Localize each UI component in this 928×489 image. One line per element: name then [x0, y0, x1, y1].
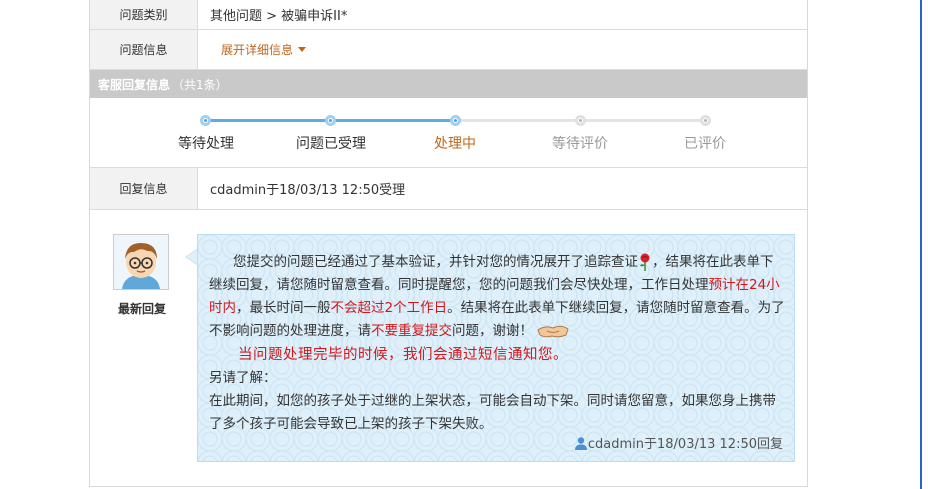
extra-info: 另请了解： 在此期间，如您的孩子处于过继的上架状态，可能会自动下架。同时请您留意… — [209, 367, 785, 436]
reply-info-value: cdadmin于18/03/13 12:50受理 — [210, 183, 406, 198]
msg-part-1: 您提交的问题已经通过了基本验证，并针对您的情况展开了追踪查证 — [233, 254, 638, 270]
agent-avatar — [113, 234, 169, 290]
expand-details-link[interactable]: 展开详细信息 — [221, 30, 307, 69]
signature-text: cdadmin于18/03/13 12:50回复 — [587, 437, 783, 452]
step-dot-3 — [450, 115, 461, 126]
reply-info-label: 回复信息 — [90, 168, 198, 209]
user-icon — [574, 436, 587, 450]
msg-highlight-no-resubmit: 不要重复提交 — [371, 323, 452, 339]
step-label-2: 问题已受理 — [296, 136, 366, 152]
info-label: 问题信息 — [90, 30, 198, 69]
step-dot-5 — [700, 115, 711, 126]
rose-icon — [640, 253, 650, 271]
extra-info-body: 在此期间，如您的孩子处于过继的上架状态，可能会自动下架。同时请您留意，如果您身上… — [209, 393, 776, 432]
expand-details-text: 展开详细信息 — [221, 43, 294, 57]
step-dot-4 — [575, 115, 586, 126]
msg-part-4: ，最长时间一般 — [236, 300, 331, 316]
reply-bubble: 您提交的问题已经通过了基本验证，并针对您的情况展开了追踪查证 ，结果将在此表单下继… — [197, 234, 795, 462]
reply-section-title: 客服回复信息 — [98, 77, 171, 92]
step-dot-2 — [325, 115, 336, 126]
reply-count: （共1条） — [172, 77, 228, 92]
step-label-4: 等待评价 — [552, 136, 608, 152]
extra-info-title: 另请了解： — [209, 370, 277, 386]
reply-message: 您提交的问题已经通过了基本验证，并针对您的情况展开了追踪查证 ，结果将在此表单下继… — [209, 251, 785, 343]
step-label-5: 已评价 — [684, 136, 726, 152]
step-label-1: 等待处理 — [178, 136, 234, 152]
category-label: 问题类别 — [90, 0, 198, 29]
msg-highlight-2days: 不会超过2个工作日 — [330, 300, 448, 316]
caret-down-icon — [298, 47, 307, 52]
step-dot-1 — [200, 115, 211, 126]
category-value: 其他问题 > 被骗申诉II* — [210, 9, 348, 24]
reply-section-header: 客服回复信息 （共1条） — [90, 70, 807, 98]
step-label-3: 处理中 — [434, 136, 476, 152]
info-row: 问题信息 展开详细信息 — [90, 30, 807, 70]
category-row: 问题类别 其他问题 > 被骗申诉II* — [90, 0, 807, 30]
latest-reply-label: 最新回复 — [117, 302, 166, 316]
reply-info-row: 回复信息 cdadmin于18/03/13 12:50受理 — [90, 168, 807, 210]
handshake-icon — [537, 325, 569, 338]
sms-notice: 当问题处理完毕的时候，我们会通过短信通知您。 — [238, 347, 568, 363]
progress-tracker: 等待处理 问题已受理 处理中 等待评价 已评价 — [90, 98, 807, 168]
bubble-tail — [186, 250, 197, 264]
cartoon-face-icon — [114, 235, 168, 289]
window-edge — [920, 0, 922, 489]
msg-part-8: 问题，谢谢！ — [452, 323, 533, 339]
reply-signature: cdadmin于18/03/13 12:50回复 — [574, 433, 783, 452]
